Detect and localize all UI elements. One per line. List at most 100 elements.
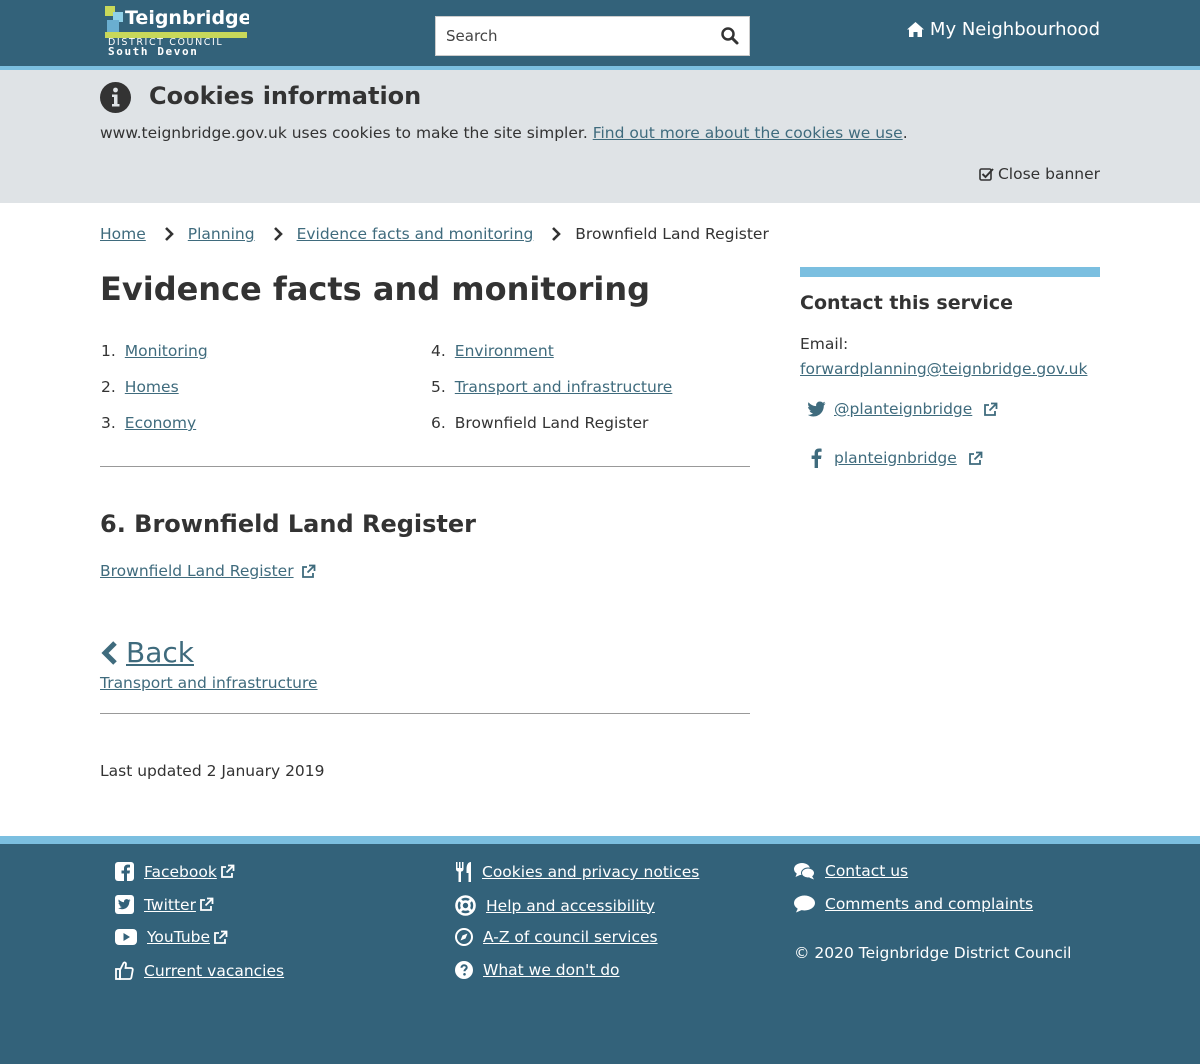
breadcrumb: Home Planning Evidence facts and monitor… — [100, 225, 769, 243]
toc-number: 3. — [101, 414, 116, 432]
facebook-icon — [811, 448, 822, 468]
toc-number: 6. — [431, 414, 446, 432]
footer-what-we-dont-do-label[interactable]: What we don't do — [483, 961, 620, 979]
toc-number: 4. — [431, 342, 446, 360]
thumbs-up-icon — [115, 961, 134, 980]
toc-item: 1. Monitoring — [101, 342, 208, 360]
back-page-link[interactable]: Transport and infrastructure — [100, 674, 318, 692]
search-input[interactable] — [436, 17, 711, 55]
chevron-right-icon — [552, 227, 562, 241]
toc-item: 3. Economy — [101, 414, 196, 432]
teignbridge-logo[interactable]: Teignbridge DISTRICT COUNCIL South Devon — [103, 4, 249, 56]
facebook-square-icon — [115, 862, 134, 881]
home-icon — [906, 22, 924, 37]
close-banner-button[interactable]: Close banner — [979, 165, 1100, 183]
divider — [100, 713, 750, 714]
copyright: © 2020 Teignbridge District Council — [794, 944, 1072, 962]
footer-youtube-label[interactable]: YouTube — [147, 928, 210, 946]
chevron-right-icon — [273, 227, 283, 241]
search-icon[interactable] — [719, 25, 741, 47]
cookie-banner-title: Cookies information — [149, 82, 422, 110]
my-neighbourhood-link[interactable]: My Neighbourhood — [906, 19, 1100, 40]
twitter-label[interactable]: @planteignbridge — [834, 400, 972, 418]
footer-vacancies-link[interactable]: Current vacancies — [115, 961, 284, 980]
section-title: 6. Brownfield Land Register — [100, 510, 477, 538]
cookie-text-end: . — [902, 124, 908, 142]
footer-stripe — [0, 836, 1200, 844]
toc-link-homes[interactable]: Homes — [125, 378, 179, 396]
compass-icon — [455, 928, 473, 946]
toc-item: 5. Transport and infrastructure — [431, 378, 672, 396]
youtube-icon — [115, 929, 137, 945]
site-header: Teignbridge DISTRICT COUNCIL South Devon… — [0, 0, 1200, 66]
brownfield-register-link[interactable]: Brownfield Land Register — [100, 562, 316, 580]
comments-icon — [794, 863, 815, 880]
footer-facebook-link[interactable]: Facebook — [115, 862, 235, 881]
twitter-square-icon — [115, 895, 134, 914]
breadcrumb-current: Brownfield Land Register — [575, 225, 769, 243]
divider — [100, 466, 750, 467]
footer-az-link[interactable]: A-Z of council services — [455, 928, 658, 946]
breadcrumb-evidence[interactable]: Evidence facts and monitoring — [297, 225, 534, 243]
external-link-icon — [984, 402, 998, 416]
cookie-policy-link[interactable]: Find out more about the cookies we use — [593, 124, 903, 142]
life-ring-icon — [455, 895, 476, 916]
breadcrumb-home[interactable]: Home — [100, 225, 146, 243]
check-square-icon — [979, 168, 994, 181]
toc-link-transport[interactable]: Transport and infrastructure — [455, 378, 673, 396]
cookie-banner: Cookies information www.teignbridge.gov.… — [0, 70, 1200, 203]
footer-what-we-dont-do-link[interactable]: What we don't do — [455, 961, 620, 979]
page-title: Evidence facts and monitoring — [100, 270, 651, 308]
question-circle-icon — [455, 961, 473, 979]
svg-text:Teignbridge: Teignbridge — [125, 7, 249, 29]
footer-complaints-link[interactable]: Comments and complaints — [794, 895, 1033, 913]
close-banner-label: Close banner — [997, 165, 1100, 183]
footer-contact-label[interactable]: Contact us — [825, 862, 908, 880]
facebook-label[interactable]: planteignbridge — [834, 449, 957, 467]
toc-number: 5. — [431, 378, 446, 396]
footer-help-label[interactable]: Help and accessibility — [486, 897, 655, 915]
info-icon — [100, 82, 131, 113]
brownfield-register-label[interactable]: Brownfield Land Register — [100, 562, 294, 580]
chevron-left-icon — [101, 640, 117, 665]
footer-twitter-label[interactable]: Twitter — [144, 896, 196, 914]
footer-complaints-label[interactable]: Comments and complaints — [825, 895, 1033, 913]
email-link[interactable]: forwardplanning@teignbridge.gov.uk — [800, 360, 1087, 378]
facebook-link[interactable]: planteignbridge — [808, 448, 983, 468]
toc-link-environment[interactable]: Environment — [455, 342, 554, 360]
cookie-text: www.teignbridge.gov.uk uses cookies to m… — [100, 124, 588, 142]
cookie-banner-text: www.teignbridge.gov.uk uses cookies to m… — [100, 124, 908, 142]
toc-link-monitoring[interactable]: Monitoring — [125, 342, 208, 360]
footer-cookies-link[interactable]: Cookies and privacy notices — [455, 862, 699, 882]
toc-number: 2. — [101, 378, 116, 396]
footer-cookies-label[interactable]: Cookies and privacy notices — [482, 863, 699, 881]
footer-contact-link[interactable]: Contact us — [794, 862, 908, 880]
last-updated: Last updated 2 January 2019 — [100, 762, 325, 780]
footer-az-label[interactable]: A-Z of council services — [483, 928, 658, 946]
twitter-icon — [808, 401, 826, 417]
my-neighbourhood-label: My Neighbourhood — [929, 19, 1100, 40]
svg-text:South Devon: South Devon — [108, 45, 198, 56]
toc-number: 1. — [101, 342, 116, 360]
site-footer: Facebook Twitter YouTube Current vacanci… — [0, 844, 1200, 1064]
footer-twitter-link[interactable]: Twitter — [115, 895, 214, 914]
email-label: Email: — [800, 335, 849, 353]
comment-icon — [794, 895, 815, 913]
toc-link-economy[interactable]: Economy — [125, 414, 196, 432]
external-link-icon — [214, 930, 228, 944]
back-label[interactable]: Back — [126, 636, 194, 669]
external-link-icon — [220, 864, 235, 878]
footer-help-link[interactable]: Help and accessibility — [455, 895, 655, 916]
external-link-icon — [301, 564, 315, 578]
external-link-icon — [968, 451, 983, 465]
chevron-right-icon — [164, 227, 174, 241]
breadcrumb-planning[interactable]: Planning — [188, 225, 255, 243]
toc-item: 2. Homes — [101, 378, 179, 396]
footer-youtube-link[interactable]: YouTube — [115, 928, 228, 946]
footer-facebook-label[interactable]: Facebook — [144, 863, 217, 881]
external-link-icon — [200, 897, 214, 911]
back-link[interactable]: Back — [100, 636, 194, 669]
search-box — [435, 16, 750, 56]
twitter-link[interactable]: @planteignbridge — [808, 400, 998, 418]
footer-vacancies-label[interactable]: Current vacancies — [144, 962, 284, 980]
